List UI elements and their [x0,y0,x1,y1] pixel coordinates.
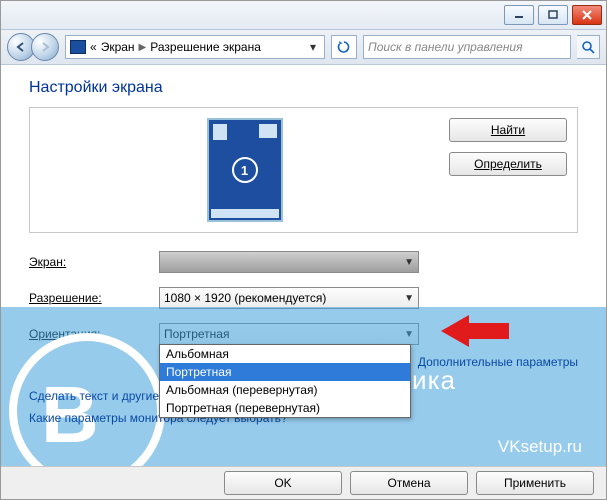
search-placeholder: Поиск в панели управления [368,40,523,54]
orientation-dropdown: АльбомнаяПортретнаяАльбомная (перевернут… [159,344,411,418]
nav-bar: « Экран ▶ Разрешение экрана ▾ Поиск в па… [1,30,606,65]
text-size-link[interactable]: Сделать текст и другие [29,389,159,403]
search-input[interactable]: Поиск в панели управления [363,35,571,59]
advanced-settings-link[interactable]: Дополнительные параметры [418,355,578,369]
content-area: Настройки экрана 1 Найти Определить Экра… [1,63,606,467]
detect-button[interactable]: Определить [449,152,567,176]
chevron-down-icon: ▼ [404,293,414,304]
cancel-button[interactable]: Отмена [350,471,468,495]
screen-icon [70,40,86,54]
label-orientation: Ориентация: [29,327,100,341]
ok-button[interactable]: OK [224,471,342,495]
breadcrumb-node-2[interactable]: Разрешение экрана [150,40,261,54]
apply-button[interactable]: Применить [476,471,594,495]
dialog-footer: OK Отмена Применить [1,466,606,499]
monitor-number-badge: 1 [232,157,258,183]
orientation-select[interactable]: Портретная ▼ [159,323,419,345]
search-icon[interactable] [577,35,600,59]
orientation-select-value: Портретная [164,327,229,341]
minimize-button[interactable] [504,5,534,25]
breadcrumb-node-1[interactable]: Экран [101,40,135,54]
resolution-select-value: 1080 × 1920 (рекомендуется) [164,291,326,305]
window-frame: « Экран ▶ Разрешение экрана ▾ Поиск в па… [0,0,607,500]
chevron-down-icon: ▼ [404,329,414,340]
address-bar[interactable]: « Экран ▶ Разрешение экрана ▾ [65,35,325,59]
orientation-option[interactable]: Портретная (перевернутая) [160,399,410,417]
label-resolution: Разрешение: [29,291,102,305]
forward-button[interactable] [31,33,59,61]
chevron-down-icon: ▼ [404,257,414,268]
label-screen: Экран: [29,255,66,269]
title-bar [1,1,606,30]
red-arrow-annotation [441,311,511,354]
breadcrumb-sep-icon: ▶ [139,42,147,53]
orientation-option[interactable]: Альбомная (перевернутая) [160,381,410,399]
screen-select[interactable]: ▼ [159,251,419,273]
refresh-button[interactable] [331,35,357,59]
row-resolution: Разрешение: 1080 × 1920 (рекомендуется) … [29,287,578,309]
address-dropdown-icon[interactable]: ▾ [306,40,320,54]
breadcrumb-pre: « [90,40,97,54]
row-screen: Экран: ▼ [29,251,578,273]
monitor-preview-box: 1 Найти Определить [29,107,578,233]
find-button[interactable]: Найти [449,118,567,142]
orientation-option[interactable]: Альбомная [160,345,410,363]
orientation-option[interactable]: Портретная [160,363,410,381]
resolution-select[interactable]: 1080 × 1920 (рекомендуется) ▼ [159,287,419,309]
maximize-button[interactable] [538,5,568,25]
page-title: Настройки экрана [29,79,578,97]
monitor-thumbnail[interactable]: 1 [207,118,283,222]
close-button[interactable] [572,5,602,25]
